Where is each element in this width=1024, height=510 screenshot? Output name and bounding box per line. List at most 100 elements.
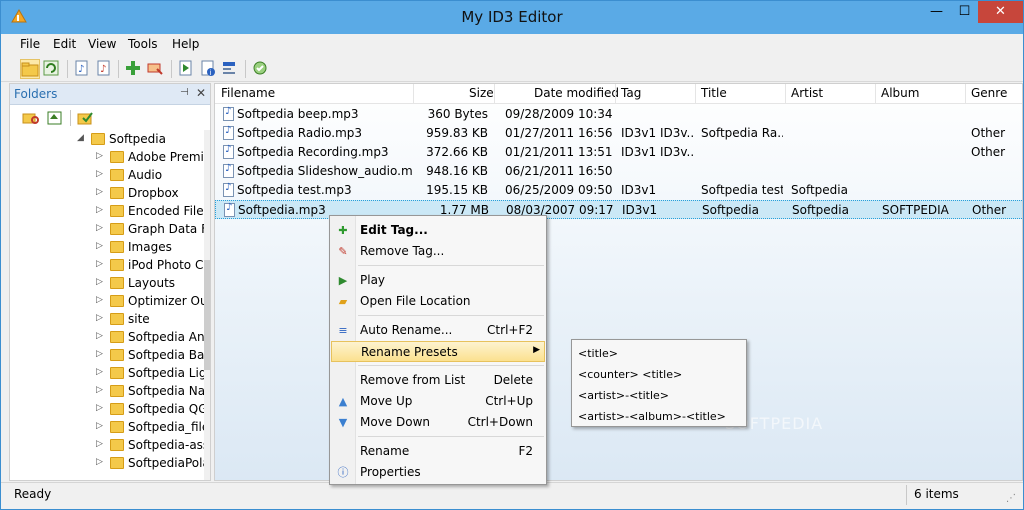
tree-item[interactable]: ▷ Dropbox [10,184,204,202]
tree-item[interactable]: ▷ Layouts [10,274,204,292]
tree-item[interactable]: ▷ Softpedia Ligh [10,364,204,382]
expand-arrow-icon[interactable]: ▷ [96,403,103,413]
menu-edit[interactable]: Edit [53,37,76,51]
column-header-genre[interactable]: Genre [971,86,1007,100]
context-menu-item[interactable]: ▰ Open File Location [331,291,545,312]
folder-icon [110,259,124,271]
expand-arrow-icon[interactable]: ▷ [96,421,103,431]
context-menu-item[interactable]: Rename Presets ▶ [331,341,545,362]
tree-item[interactable]: ▷ Encoded Files [10,202,204,220]
auto-rename-icon[interactable] [221,59,241,79]
expand-arrow-icon[interactable]: ▷ [96,223,103,233]
menu-view[interactable]: View [88,37,116,51]
tree-item[interactable]: ▷ Softpedia QGI [10,400,204,418]
cell-filename: Softpedia Slideshow_audio.mp3 [237,164,413,178]
menu-help[interactable]: Help [172,37,199,51]
maximize-button[interactable]: ☐ [951,1,978,23]
menu-file[interactable]: File [20,37,40,51]
expand-arrow-icon[interactable]: ▷ [96,241,103,251]
rename-preset-item[interactable]: <title> [578,344,738,365]
tree-item[interactable]: ▷ Softpedia_files [10,418,204,436]
properties-icon[interactable]: i [199,59,219,79]
context-menu-label: Remove from List [360,373,466,387]
expand-arrow-icon[interactable]: ▷ [96,205,103,215]
context-menu-item[interactable]: ✚ Edit Tag... [331,220,545,241]
tree-item[interactable]: ▷ iPod Photo Ca [10,256,204,274]
remove-files-icon[interactable]: ♪ [95,59,115,79]
tree-item[interactable]: ▷ Softpedia Bac [10,346,204,364]
collapse-arrow-icon[interactable]: ◢ [77,133,84,143]
expand-arrow-icon[interactable]: ▷ [96,313,103,323]
context-menu-item[interactable]: ▲ Move Up Ctrl+Up [331,391,545,412]
folder-icon [110,295,124,307]
tree-item[interactable]: ▷ Graph Data Fil [10,220,204,238]
cell-date: 01/21/2011 13:51:40 [505,145,613,159]
context-menu-item[interactable]: ▼ Move Down Ctrl+Down [331,412,545,433]
close-button[interactable]: ✕ [978,1,1023,23]
column-header-filename[interactable]: Filename [221,86,275,100]
context-menu-item[interactable]: Rename F2 [331,441,545,462]
table-row[interactable]: Softpedia Recording.mp3 372.66 KB 01/21/20… [215,143,1022,162]
column-header-tag[interactable]: Tag [621,86,641,100]
table-row[interactable]: Softpedia Radio.mp3 959.83 KB 01/27/2011 1… [215,124,1022,143]
tree-item[interactable]: ◢ Softpedia [10,130,204,148]
up-folder-icon[interactable] [46,110,64,126]
rename-preset-item[interactable]: <artist>-<title> [578,386,738,407]
context-menu-item[interactable]: ⓘ Properties [331,462,545,483]
remove-tag-icon[interactable] [146,59,166,79]
tree-item[interactable]: ▷ site [10,310,204,328]
expand-arrow-icon[interactable]: ▷ [96,295,103,305]
context-menu-item[interactable]: ✎ Remove Tag... [331,241,545,262]
expand-arrow-icon[interactable]: ▷ [96,367,103,377]
expand-arrow-icon[interactable]: ▷ [96,385,103,395]
play-icon[interactable] [177,59,197,79]
check-folder-icon[interactable] [77,110,95,126]
context-menu-item[interactable]: ≡ Auto Rename... Ctrl+F2 [331,320,545,341]
column-header-artist[interactable]: Artist [791,86,823,100]
open-folder-icon[interactable] [20,59,40,79]
expand-arrow-icon[interactable]: ▷ [96,151,103,161]
pin-icon[interactable]: ⊣ [180,87,189,98]
expand-arrow-icon[interactable]: ▷ [96,187,103,197]
tree-item[interactable]: ▷ Softpedia-asse [10,436,204,454]
refresh-icon[interactable] [42,59,62,79]
tree-item[interactable]: ▷ Softpedia Anc [10,328,204,346]
table-row[interactable]: Softpedia Slideshow_audio.mp3 948.16 KB 06… [215,162,1022,181]
tree-item[interactable]: ▷ Optimizer Out [10,292,204,310]
minimize-button[interactable]: — [922,1,951,23]
table-row[interactable]: Softpedia beep.mp3 360 Bytes 09/28/2009 10… [215,105,1022,124]
column-header-album[interactable]: Album [881,86,919,100]
scrollbar-thumb[interactable] [204,260,210,370]
resize-grip-icon[interactable]: ⋰ [1006,493,1016,504]
close-pane-icon[interactable]: ✕ [196,86,206,100]
tree-item[interactable]: ▷ Audio [10,166,204,184]
settings-icon[interactable] [251,59,271,79]
tree-item[interactable]: ▷ Images [10,238,204,256]
folder-tree-scrollbar[interactable] [204,130,210,480]
tree-item[interactable]: ▷ SoftpediaPola [10,454,204,472]
folder-icon [110,385,124,397]
add-tag-icon[interactable] [124,59,144,79]
column-header-date-modified[interactable]: Date modified [534,86,619,100]
expand-arrow-icon[interactable]: ▷ [96,169,103,179]
tree-item[interactable]: ▷ Softpedia Nan [10,382,204,400]
title-bar[interactable]: My ID3 Editor — ☐ ✕ [1,1,1023,34]
add-files-icon[interactable]: ♪ [73,59,93,79]
expand-arrow-icon[interactable]: ▷ [96,349,103,359]
table-row[interactable]: Softpedia test.mp3 195.15 KB 06/25/2009 09… [215,181,1022,200]
rename-preset-item[interactable]: <counter> <title> [578,365,738,386]
expand-arrow-icon[interactable]: ▷ [96,331,103,341]
tree-item[interactable]: ▷ Adobe Premie [10,148,204,166]
expand-arrow-icon[interactable]: ▷ [96,277,103,287]
expand-arrow-icon[interactable]: ▷ [96,457,103,467]
expand-arrow-icon[interactable]: ▷ [96,259,103,269]
window-title: My ID3 Editor [461,8,563,26]
expand-arrow-icon[interactable]: ▷ [96,439,103,449]
menu-tools[interactable]: Tools [128,37,158,51]
search-folder-icon[interactable] [22,110,40,126]
context-menu-item[interactable]: Remove from List Delete [331,370,545,391]
rename-preset-item[interactable]: <artist>-<album>-<title> [578,407,738,428]
column-header-title[interactable]: Title [701,86,727,100]
context-menu-item[interactable]: ▶ Play [331,270,545,291]
column-header-size[interactable]: Size [469,86,494,100]
